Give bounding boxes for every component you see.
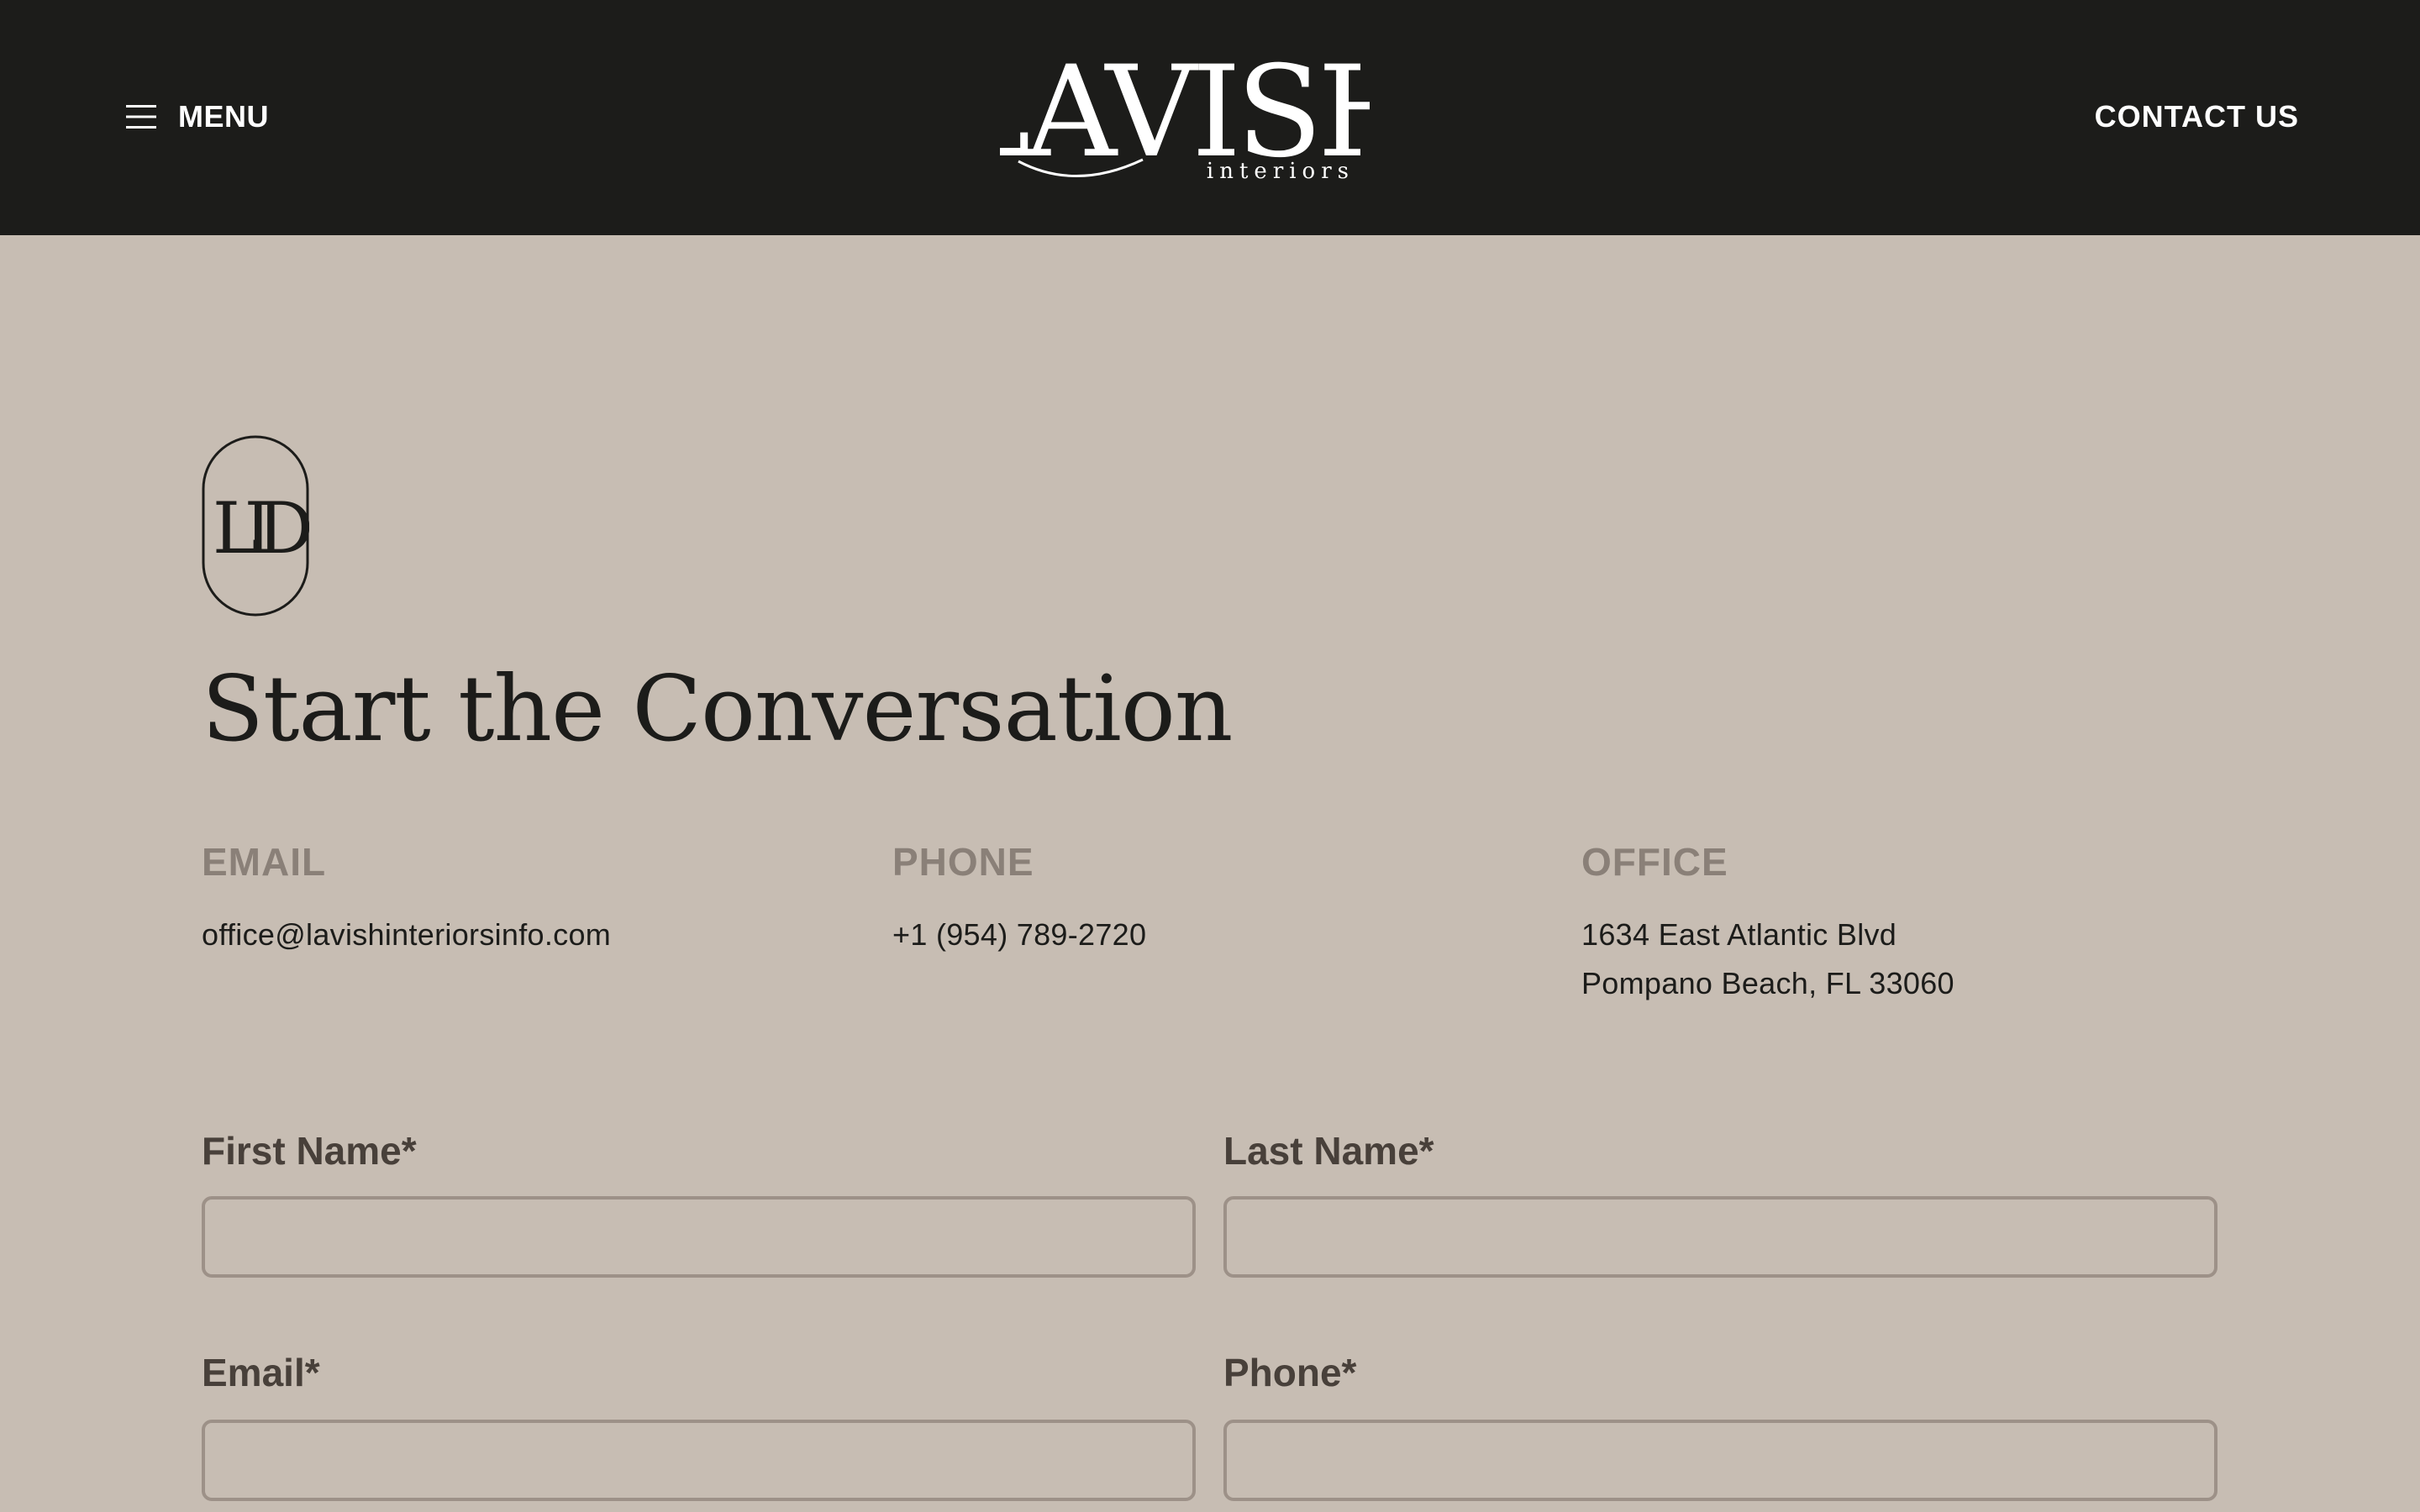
- first-name-input[interactable]: [202, 1196, 1196, 1278]
- phone-info-value[interactable]: +1 (954) 789-2720: [892, 911, 1146, 959]
- email-info: EMAIL office@lavishinteriorsinfo.com: [202, 837, 611, 959]
- menu-button[interactable]: MENU: [126, 99, 269, 134]
- phone-label: Phone*: [1223, 1351, 1357, 1394]
- hamburger-icon: [126, 104, 156, 129]
- phone-info-label: PHONE: [892, 840, 1034, 884]
- last-name-input[interactable]: [1223, 1196, 2217, 1278]
- menu-label: MENU: [178, 99, 269, 134]
- lid-monogram-icon: LID: [202, 435, 309, 617]
- lavish-interiors-logo[interactable]: LAVISH interiors: [1000, 42, 1370, 193]
- email-info-label: EMAIL: [202, 840, 327, 884]
- contact-us-link[interactable]: CONTACT US: [2095, 99, 2299, 134]
- phone-input[interactable]: [1223, 1420, 2217, 1501]
- office-info-label: OFFICE: [1581, 840, 1728, 884]
- page-title: Start the Conversation: [202, 657, 1233, 762]
- first-name-label: First Name*: [202, 1129, 417, 1173]
- email-info-value[interactable]: office@lavishinteriorsinfo.com: [202, 911, 611, 959]
- email-input[interactable]: [202, 1420, 1196, 1501]
- site-header: MENU LAVISH interiors CONTACT US: [0, 0, 2420, 235]
- last-name-label: Last Name*: [1223, 1129, 1434, 1173]
- office-address-line2: Pompano Beach, FL 33060: [1581, 966, 1954, 1000]
- email-label: Email*: [202, 1351, 320, 1394]
- phone-info: PHONE +1 (954) 789-2720: [892, 837, 1146, 959]
- office-info: OFFICE 1634 East Atlantic Blvd Pompano B…: [1581, 837, 1954, 1008]
- logo-sub-text: interiors: [1207, 159, 1355, 184]
- office-address-line1: 1634 East Atlantic Blvd: [1581, 917, 1897, 952]
- monogram-letters: LID: [213, 487, 309, 570]
